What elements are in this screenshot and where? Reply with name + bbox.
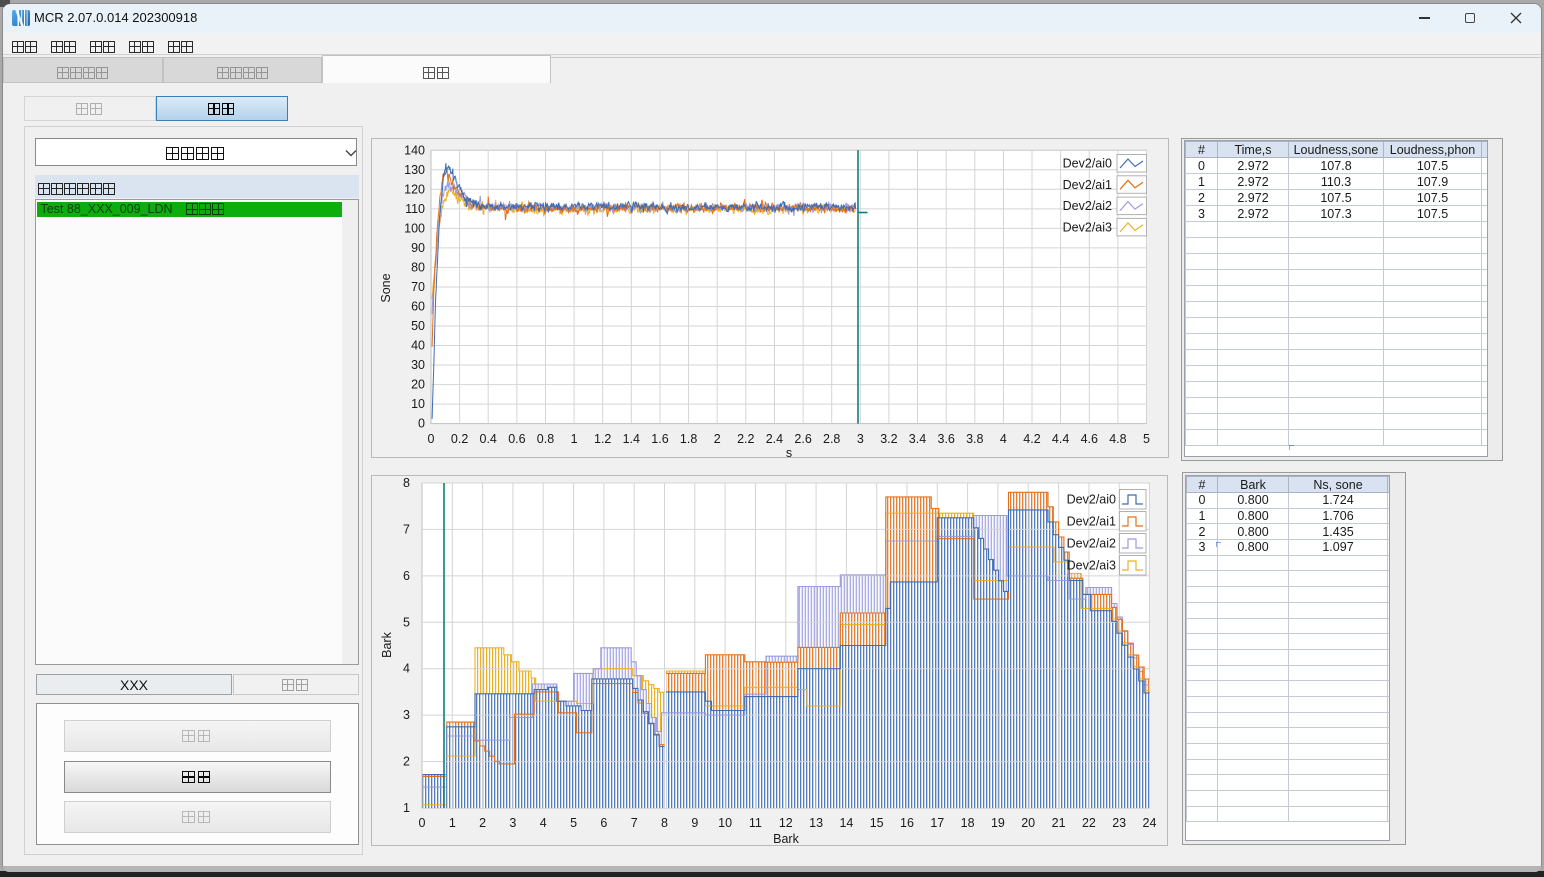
svg-text:5: 5 — [570, 816, 577, 830]
svg-text:16: 16 — [900, 816, 914, 830]
svg-text:70: 70 — [411, 280, 425, 294]
svg-text:110: 110 — [405, 202, 425, 216]
svg-text:12: 12 — [779, 816, 793, 830]
svg-text:19: 19 — [991, 816, 1005, 830]
svg-text:4: 4 — [403, 662, 410, 676]
svg-text:22: 22 — [1082, 816, 1096, 830]
svg-text:140: 140 — [404, 143, 425, 157]
svg-text:21: 21 — [1052, 816, 1066, 830]
svg-text:3.6: 3.6 — [938, 432, 955, 446]
svg-text:80: 80 — [411, 260, 425, 274]
svg-text:60: 60 — [411, 300, 425, 314]
svg-text:9: 9 — [691, 816, 698, 830]
svg-text:20: 20 — [1021, 816, 1035, 830]
svg-text:2: 2 — [714, 432, 721, 446]
svg-text:15: 15 — [870, 816, 884, 830]
svg-text:30: 30 — [411, 358, 425, 372]
svg-text:2: 2 — [479, 816, 486, 830]
svg-text:4.8: 4.8 — [1109, 432, 1126, 446]
svg-text:3.8: 3.8 — [966, 432, 983, 446]
svg-text:40: 40 — [411, 339, 425, 353]
svg-text:3: 3 — [509, 816, 516, 830]
svg-text:Dev2/ai0: Dev2/ai0 — [1063, 157, 1112, 171]
svg-text:1: 1 — [449, 816, 456, 830]
svg-text:10: 10 — [718, 816, 732, 830]
svg-text:7: 7 — [631, 816, 638, 830]
svg-text:8: 8 — [661, 816, 668, 830]
svg-text:s: s — [786, 446, 792, 458]
svg-text:Dev2/ai2: Dev2/ai2 — [1063, 199, 1112, 213]
svg-text:4: 4 — [1000, 432, 1007, 446]
svg-text:5: 5 — [1143, 432, 1150, 446]
svg-text:1: 1 — [571, 432, 578, 446]
svg-text:Sone: Sone — [379, 273, 393, 302]
svg-text:2.4: 2.4 — [766, 432, 783, 446]
svg-text:100: 100 — [404, 221, 425, 235]
svg-text:24: 24 — [1143, 816, 1157, 830]
svg-text:0: 0 — [418, 417, 425, 431]
svg-text:Bark: Bark — [380, 631, 394, 657]
svg-text:13: 13 — [809, 816, 823, 830]
svg-text:1.4: 1.4 — [623, 432, 640, 446]
svg-text:0: 0 — [419, 816, 426, 830]
svg-text:120: 120 — [404, 182, 425, 196]
svg-text:Dev2/ai0: Dev2/ai0 — [1067, 493, 1116, 507]
svg-text:23: 23 — [1112, 816, 1126, 830]
svg-text:Dev2/ai3: Dev2/ai3 — [1063, 220, 1112, 234]
svg-text:Dev2/ai3: Dev2/ai3 — [1067, 559, 1116, 573]
svg-text:6: 6 — [600, 816, 607, 830]
svg-text:11: 11 — [749, 816, 762, 830]
svg-text:4.4: 4.4 — [1052, 432, 1069, 446]
svg-text:14: 14 — [839, 816, 853, 830]
svg-text:50: 50 — [411, 319, 425, 333]
svg-text:10: 10 — [411, 397, 425, 411]
svg-text:0.8: 0.8 — [537, 432, 554, 446]
svg-text:2: 2 — [403, 755, 410, 769]
svg-text:4.2: 4.2 — [1023, 432, 1040, 446]
svg-text:6: 6 — [403, 569, 410, 583]
svg-text:Dev2/ai2: Dev2/ai2 — [1067, 537, 1116, 551]
svg-text:0: 0 — [428, 432, 435, 446]
svg-text:20: 20 — [411, 378, 425, 392]
svg-text:17: 17 — [930, 816, 944, 830]
svg-text:1.8: 1.8 — [680, 432, 697, 446]
svg-text:2.6: 2.6 — [794, 432, 811, 446]
svg-text:7: 7 — [403, 522, 410, 536]
svg-text:4.6: 4.6 — [1081, 432, 1098, 446]
svg-text:3: 3 — [857, 432, 864, 446]
svg-text:2.2: 2.2 — [737, 432, 754, 446]
svg-text:Dev2/ai1: Dev2/ai1 — [1067, 515, 1116, 529]
svg-text:5: 5 — [403, 615, 410, 629]
svg-text:3.4: 3.4 — [909, 432, 926, 446]
svg-text:1.2: 1.2 — [594, 432, 611, 446]
svg-text:4: 4 — [540, 816, 547, 830]
svg-text:0.4: 0.4 — [480, 432, 497, 446]
svg-text:0.2: 0.2 — [451, 432, 468, 446]
svg-text:1: 1 — [403, 801, 410, 815]
svg-text:0.6: 0.6 — [508, 432, 525, 446]
svg-text:Dev2/ai1: Dev2/ai1 — [1063, 178, 1112, 192]
svg-text:Bark: Bark — [773, 832, 799, 846]
svg-text:18: 18 — [961, 816, 975, 830]
svg-text:2.8: 2.8 — [823, 432, 840, 446]
svg-text:130: 130 — [404, 163, 425, 177]
svg-text:3: 3 — [403, 708, 410, 722]
svg-text:3.2: 3.2 — [880, 432, 897, 446]
svg-text:8: 8 — [403, 476, 410, 490]
svg-text:1.6: 1.6 — [651, 432, 668, 446]
svg-text:90: 90 — [411, 241, 425, 255]
